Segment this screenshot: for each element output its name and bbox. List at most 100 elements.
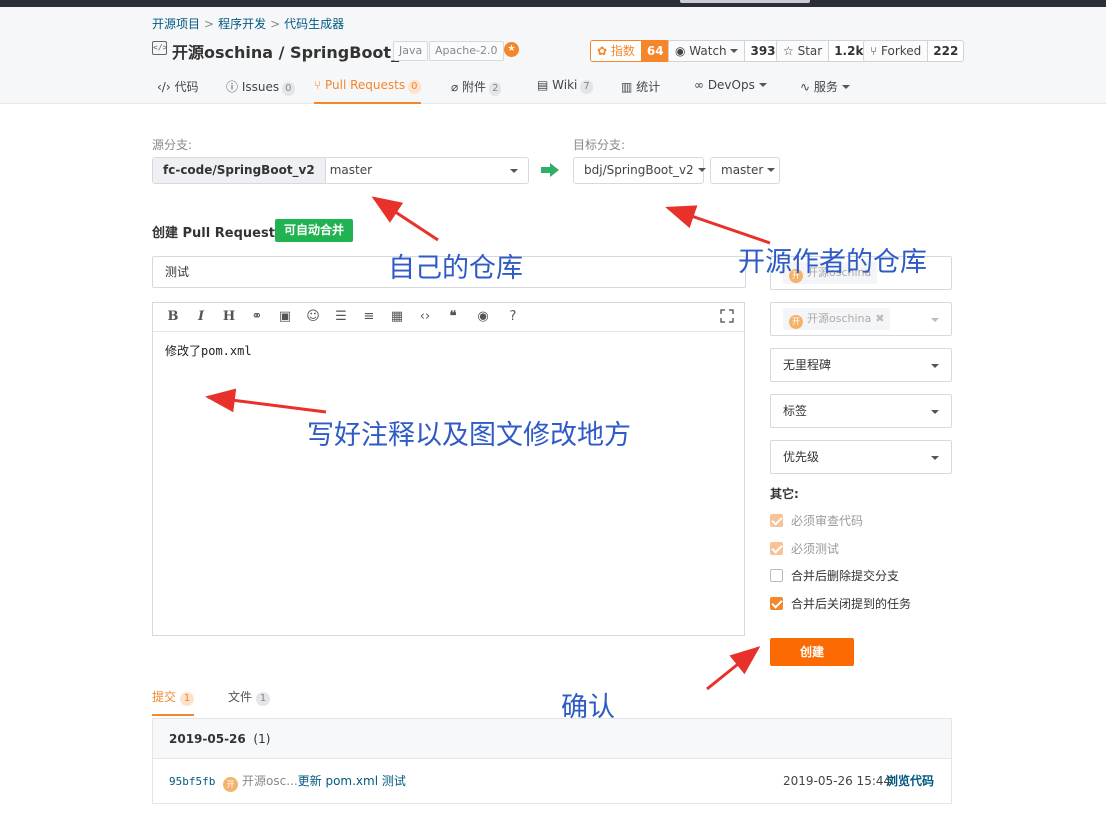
arrow-own-repo xyxy=(371,196,439,242)
tab-label: 服务 xyxy=(813,80,838,94)
fork-icon: ⑂ xyxy=(870,44,882,58)
tab-stats[interactable]: ▥ 统计 xyxy=(621,78,660,102)
priority-value: 优先级 xyxy=(783,450,820,464)
tab-files[interactable]: 文件 1 xyxy=(228,688,271,716)
star-icon: ☆ xyxy=(783,44,798,58)
arrow-right-icon xyxy=(541,163,559,177)
option-delete-branch[interactable]: 合并后删除提交分支 xyxy=(770,567,899,583)
link-icon[interactable]: ⚭ xyxy=(249,309,265,325)
target-branch-select[interactable]: master xyxy=(710,157,780,184)
tab-devops[interactable]: ∞ DevOps xyxy=(694,78,767,102)
image-icon[interactable]: ▣ xyxy=(277,309,293,325)
index-label: 指数 xyxy=(610,44,635,58)
annotation-notes: 写好注释以及图文修改地方 xyxy=(307,420,631,451)
tab-wiki[interactable]: ▤ Wiki 7 xyxy=(537,78,593,102)
pr-body-editor[interactable]: B I H ⚭ ▣ ☺ ☰ ≡ ▦ ‹› ❝ ◉ ? 修改了pom.xml xyxy=(152,302,745,636)
commit-time: 2019-05-26 15:44 xyxy=(783,774,892,788)
commit-date: 2019-05-26 xyxy=(169,732,246,746)
arrow-confirm xyxy=(706,646,761,691)
priority-select[interactable]: 优先级 xyxy=(770,440,952,474)
labels-value: 标签 xyxy=(783,404,808,418)
milestone-select[interactable]: 无里程碑 xyxy=(770,348,952,382)
fork-button[interactable]: ⑂ Forked 222 xyxy=(863,40,965,62)
checkbox[interactable] xyxy=(770,513,783,527)
code-repo-icon: </> xyxy=(152,41,167,55)
target-repo-select[interactable]: bdj/SpringBoot_v2 xyxy=(573,157,706,184)
commit-list: 2019-05-26 (1) 95bf5fb 开开源osc...更新 pom.x… xyxy=(152,718,952,804)
commit-message[interactable]: 更新 pom.xml 测试 xyxy=(298,774,406,788)
source-repo: fc-code/SpringBoot_v2 xyxy=(153,158,326,183)
option-close-issues[interactable]: 合并后关闭提到的任务 xyxy=(770,595,911,611)
commit-hash[interactable]: 95bf5fb xyxy=(169,775,215,788)
heading-icon[interactable]: H xyxy=(221,309,237,325)
tab-label: DevOps xyxy=(707,78,755,92)
tab-issues[interactable]: ⓘ Issues 0 xyxy=(226,78,295,102)
pull-request-icon: ⑂ xyxy=(314,78,326,92)
tester-select[interactable]: 开开源oschina ✖ xyxy=(770,302,952,336)
chevron-down-icon xyxy=(697,168,706,172)
emoji-icon[interactable]: ☺ xyxy=(305,309,321,325)
labels-select[interactable]: 标签 xyxy=(770,394,952,428)
quote-icon[interactable]: ❝ xyxy=(445,309,461,325)
bullet-list-icon[interactable]: ☰ xyxy=(333,309,349,325)
numbered-list-icon[interactable]: ≡ xyxy=(361,309,377,325)
avatar: 开 xyxy=(223,777,238,792)
tester-chip: 开开源oschina ✖ xyxy=(783,308,891,330)
eye-icon: ◉ xyxy=(675,44,690,58)
repo-title[interactable]: 开源oschina / SpringBoot_v2 xyxy=(172,39,421,63)
help-icon[interactable]: ? xyxy=(505,309,521,325)
avatar: 开 xyxy=(789,315,803,329)
commit-author[interactable]: 开源osc... xyxy=(242,774,298,788)
watch-button[interactable]: ◉ Watch 393 xyxy=(668,40,782,62)
browse-code-link[interactable]: 浏览代码 xyxy=(886,759,934,803)
fire-icon: ✿ xyxy=(597,44,611,58)
tab-code[interactable]: ‹/› 代码 xyxy=(157,78,198,102)
option-require-test[interactable]: 必须测试 xyxy=(770,540,839,556)
language-tag[interactable]: Java xyxy=(393,41,429,61)
close-icon[interactable]: ✖ xyxy=(875,312,884,325)
option-require-review[interactable]: 必须审查代码 xyxy=(770,512,863,528)
tab-commits[interactable]: 提交 1 xyxy=(152,688,195,716)
editor-content[interactable]: 修改了pom.xml xyxy=(153,332,744,369)
tab-services[interactable]: ∿ 服务 xyxy=(800,78,850,102)
tab-pull-requests[interactable]: ⑂ Pull Requests 0 xyxy=(314,78,421,104)
chevron-down-icon xyxy=(758,83,767,87)
breadcrumb-separator: > xyxy=(270,17,281,31)
table-icon[interactable]: ▦ xyxy=(389,309,405,325)
tab-label: 提交 xyxy=(152,690,177,704)
bold-icon[interactable]: B xyxy=(165,309,181,325)
index-button[interactable]: ✿ 指数 64 xyxy=(590,40,670,62)
breadcrumb-item[interactable]: 开源项目 xyxy=(152,17,200,31)
option-label: 必须审查代码 xyxy=(791,513,864,528)
tab-attachments[interactable]: ⌀ 附件 2 xyxy=(451,78,502,102)
watch-label: Watch xyxy=(689,44,727,58)
license-tag[interactable]: Apache-2.0 xyxy=(429,41,504,61)
arrow-author-repo xyxy=(665,205,771,245)
breadcrumb-item[interactable]: 程序开发 xyxy=(218,17,266,31)
recommended-medal-icon: ★ xyxy=(504,42,519,57)
italic-icon[interactable]: I xyxy=(193,309,209,325)
source-branch-label: 源分支: xyxy=(152,138,193,152)
checkbox[interactable] xyxy=(770,568,783,582)
fork-count: 222 xyxy=(933,44,959,58)
fullscreen-icon[interactable] xyxy=(720,309,734,323)
tab-label: 代码 xyxy=(174,80,199,94)
top-search-bar[interactable] xyxy=(680,0,810,3)
tab-count: 0 xyxy=(282,82,295,96)
option-label: 合并后关闭提到的任务 xyxy=(791,596,912,611)
code-icon[interactable]: ‹› xyxy=(417,309,433,325)
star-button[interactable]: ☆ Star 1.2k xyxy=(776,40,870,62)
preview-eye-icon[interactable]: ◉ xyxy=(473,309,493,325)
option-label: 合并后删除提交分支 xyxy=(791,568,900,583)
create-button[interactable]: 创建 xyxy=(770,638,854,666)
checkbox[interactable] xyxy=(770,541,783,555)
breadcrumb-item[interactable]: 代码生成器 xyxy=(284,17,344,31)
chevron-down-icon xyxy=(510,169,518,173)
chevron-down-icon xyxy=(730,49,739,53)
target-branch-label: 目标分支: xyxy=(573,138,626,152)
checkbox[interactable] xyxy=(770,596,783,610)
tab-label: Wiki xyxy=(552,78,578,92)
source-branch-select[interactable]: fc-code/SpringBoot_v2 master xyxy=(152,157,529,184)
milestone-value: 无里程碑 xyxy=(783,358,832,372)
target-branch: master xyxy=(721,163,764,177)
